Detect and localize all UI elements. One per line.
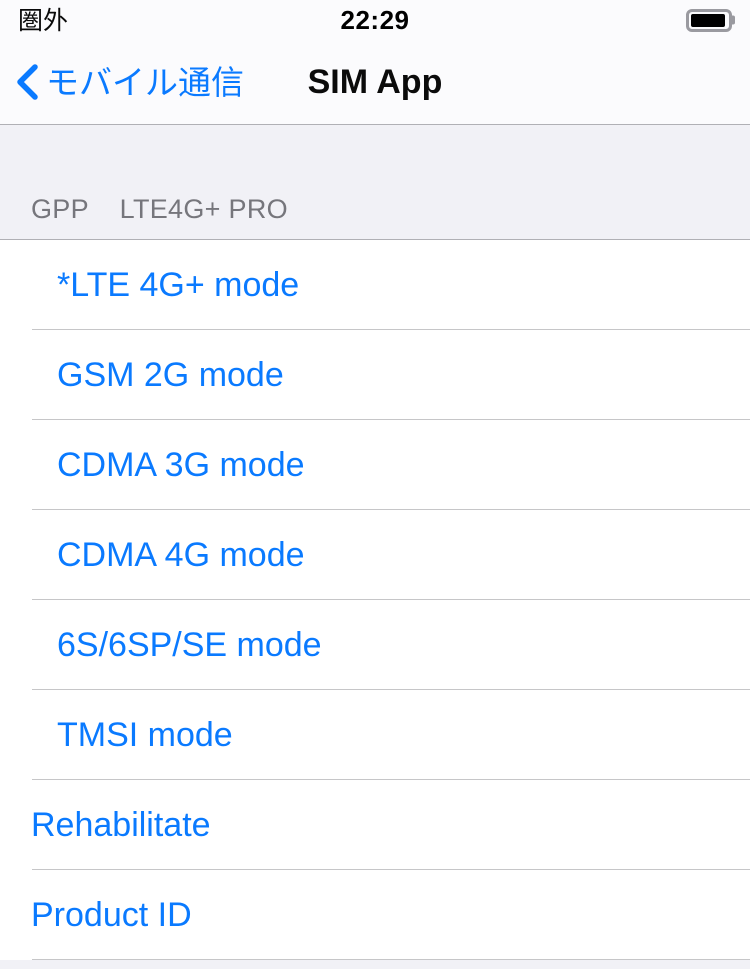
section-header-label: GPP LTE4G+ PRO <box>31 194 288 224</box>
list-item-gsm-2g-mode[interactable]: GSM 2G mode <box>0 330 750 420</box>
back-button[interactable]: モバイル通信 <box>0 64 244 100</box>
list-item-tmsi-mode[interactable]: TMSI mode <box>0 690 750 780</box>
options-list: *LTE 4G+ mode GSM 2G mode CDMA 3G mode C… <box>0 240 750 969</box>
list-footer-spacer <box>0 960 750 969</box>
list-item-cdma-4g-mode[interactable]: CDMA 4G mode <box>0 510 750 600</box>
sim-app-screen: 圏外 22:29 モバイル通信 SIM App GPP LTE4G+ PRO *… <box>0 0 750 969</box>
battery-nub <box>732 15 735 25</box>
list-item-label: CDMA 3G mode <box>57 446 305 484</box>
list-item-label: *LTE 4G+ mode <box>57 266 300 304</box>
list-item-label: GSM 2G mode <box>57 356 284 394</box>
navigation-bar: モバイル通信 SIM App <box>0 40 750 125</box>
back-button-label: モバイル通信 <box>46 62 244 102</box>
list-item-label: Product ID <box>31 896 192 934</box>
list-item-lte-4g-plus-mode[interactable]: *LTE 4G+ mode <box>0 240 750 330</box>
list-item-rehabilitate[interactable]: Rehabilitate <box>0 780 750 870</box>
section-header: GPP LTE4G+ PRO <box>0 125 750 240</box>
list-item-product-id[interactable]: Product ID <box>0 870 750 960</box>
list-item-label: Rehabilitate <box>31 806 211 844</box>
list-item-label: CDMA 4G mode <box>57 536 305 574</box>
list-item-cdma-3g-mode[interactable]: CDMA 3G mode <box>0 420 750 510</box>
list-item-label: TMSI mode <box>57 716 233 754</box>
battery-fill <box>691 13 726 27</box>
chevron-left-icon <box>17 64 38 100</box>
status-bar: 圏外 22:29 <box>0 0 750 40</box>
status-time: 22:29 <box>340 5 410 35</box>
list-item-6s-6sp-se-mode[interactable]: 6S/6SP/SE mode <box>0 600 750 690</box>
status-bar-right <box>686 8 735 32</box>
battery-full-icon <box>686 8 735 32</box>
list-item-label: 6S/6SP/SE mode <box>57 626 322 664</box>
